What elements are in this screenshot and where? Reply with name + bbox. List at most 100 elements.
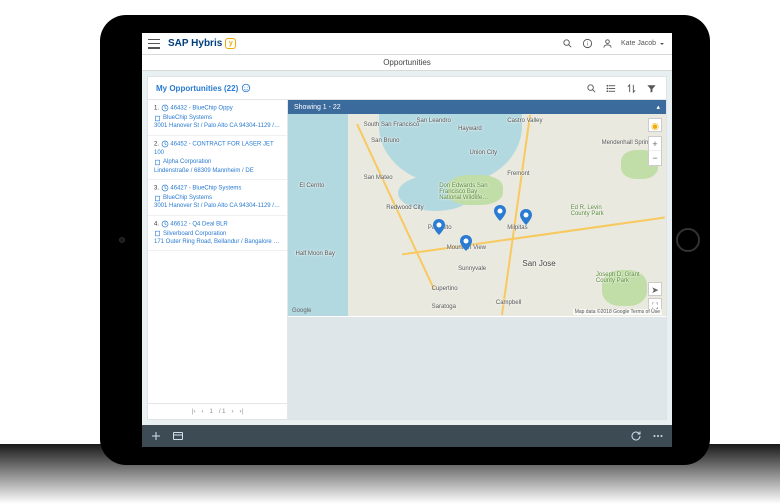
add-button[interactable]	[150, 430, 162, 442]
list-item[interactable]: 1. 46432 - BlueChip Oppy BlueChip System…	[148, 100, 287, 136]
search-icon[interactable]	[561, 37, 575, 51]
building-icon	[154, 115, 161, 122]
pager-last[interactable]: ›|	[240, 409, 244, 415]
map-label: Don Edwards San Francisco Bay National W…	[439, 183, 499, 201]
map-pin[interactable]	[520, 209, 532, 225]
opportunity-icon	[161, 184, 169, 192]
svg-text:i: i	[587, 41, 588, 47]
panel-list-icon[interactable]	[604, 81, 618, 95]
locate-button[interactable]: ➤	[648, 282, 662, 296]
map-label: San Jose	[522, 259, 555, 268]
google-logo: Google	[292, 308, 311, 314]
card-icon[interactable]	[172, 430, 184, 442]
map-canvas[interactable]: South San Francisco San Bruno San Mateo …	[288, 114, 666, 316]
page-title: Opportunities	[142, 55, 672, 71]
map-label: South San Francisco	[364, 122, 420, 128]
content-area: My Opportunities (22)	[142, 71, 672, 425]
item-number: 4.	[154, 221, 159, 227]
opportunity-icon	[161, 104, 169, 112]
refresh-icon[interactable]	[630, 430, 642, 442]
user-name-label: Kate Jacob	[621, 40, 656, 47]
item-title: Q4 Deal BLR	[192, 221, 227, 227]
zoom-in-button[interactable]: +	[649, 137, 661, 151]
bottom-bar	[142, 425, 672, 447]
pager-total: / 1	[219, 409, 226, 415]
home-button[interactable]	[676, 228, 700, 252]
opportunity-icon	[161, 220, 169, 228]
item-company: Alpha Corporation	[163, 158, 211, 166]
more-icon[interactable]	[652, 430, 664, 442]
panel-sort-icon[interactable]	[624, 81, 638, 95]
panel-title[interactable]: My Opportunities (22)	[156, 83, 251, 93]
pager-next[interactable]: ›	[232, 409, 234, 415]
map-label: Redwood City	[386, 205, 423, 211]
map-label: Cupertino	[432, 286, 458, 292]
item-company: BlueChip Systems	[163, 194, 212, 202]
brand-badge-icon: y	[225, 38, 236, 49]
map-label: Union City	[469, 150, 497, 156]
map-pin[interactable]	[494, 205, 506, 221]
streetview-icon[interactable]: ◉	[648, 118, 662, 132]
pager-prev[interactable]: ‹	[201, 409, 203, 415]
map-label: San Bruno	[371, 138, 399, 144]
list-item[interactable]: 4. 46612 - Q4 Deal BLR Silverboard Corpo…	[148, 216, 287, 252]
map-label: Ed R. Levin County Park	[571, 205, 621, 217]
user-avatar-icon[interactable]	[601, 37, 615, 51]
map-pin[interactable]	[433, 219, 445, 235]
app-screen: SAP Hybris y i Kate Jacob Opportunities	[142, 33, 672, 447]
map-pin[interactable]	[460, 235, 472, 251]
brand-text: SAP Hybris	[168, 38, 222, 49]
menu-icon[interactable]	[148, 39, 160, 49]
item-company: BlueChip Systems	[163, 114, 212, 122]
item-number: 2.	[154, 141, 159, 147]
pager: |‹ ‹ 1 / 1 › ›|	[148, 403, 287, 419]
opportunity-list: 1. 46432 - BlueChip Oppy BlueChip System…	[148, 100, 288, 419]
item-address: Lindenstraße / 68309 Mannheim / DE	[154, 167, 281, 175]
item-number: 3.	[154, 185, 159, 191]
building-icon	[154, 159, 161, 166]
map-label: Saratoga	[432, 304, 456, 310]
item-address: 3001 Hanover St / Palo Alto CA 94304-112…	[154, 122, 281, 130]
item-id: 46612	[170, 221, 187, 227]
map-label: Hayward	[458, 126, 482, 132]
map-panel: Showing 1 - 22 ▴	[288, 100, 666, 419]
map-label: Sunnyvale	[458, 266, 486, 272]
map-label: Half Moon Bay	[296, 251, 335, 257]
panel-count: (22)	[224, 84, 238, 93]
user-menu[interactable]: Kate Jacob	[621, 40, 666, 48]
map-status-text: Showing 1 - 22	[294, 104, 341, 111]
map-label: Milpitas	[507, 225, 527, 231]
map-blank-area	[288, 317, 666, 419]
map-status-bar: Showing 1 - 22 ▴	[288, 100, 666, 114]
item-title: BlueChip Systems	[192, 185, 241, 191]
map-label: Joseph D. Grant County Park	[596, 272, 651, 284]
building-icon	[154, 195, 161, 202]
item-id: 46452	[170, 141, 187, 147]
panel-body: 1. 46432 - BlueChip Oppy BlueChip System…	[148, 100, 666, 419]
map-label: Fremont	[507, 171, 529, 177]
map-label: El Cerrito	[299, 183, 324, 189]
brand-label: SAP Hybris y	[168, 38, 236, 49]
top-bar: SAP Hybris y i Kate Jacob	[142, 33, 672, 55]
list-item[interactable]: 2. 46452 - CONTRACT FOR LASER JET 100 Al…	[148, 136, 287, 180]
panel-filter-icon[interactable]	[644, 81, 658, 95]
pager-first[interactable]: |‹	[192, 409, 196, 415]
item-address: 171 Outer Ring Road, Bellandur / Bangalo…	[154, 238, 281, 246]
map-label: San Leandro	[417, 118, 451, 124]
list-item[interactable]: 3. 46427 - BlueChip Systems BlueChip Sys…	[148, 180, 287, 216]
zoom-control: + −	[648, 136, 662, 166]
map-attribution: Map data ©2018 Google Terms of Use	[573, 309, 662, 315]
help-icon[interactable]: i	[581, 37, 595, 51]
chevron-down-icon	[658, 40, 666, 48]
map-label: Mendenhall Springs	[602, 140, 655, 146]
map-collapse-icon[interactable]: ▴	[656, 103, 660, 111]
panel-search-icon[interactable]	[584, 81, 598, 95]
map-label: San Mateo	[364, 175, 393, 181]
opportunities-panel: My Opportunities (22)	[147, 76, 667, 420]
smile-icon	[241, 83, 251, 93]
pager-page: 1	[209, 409, 212, 415]
tablet-frame: SAP Hybris y i Kate Jacob Opportunities	[100, 15, 710, 465]
zoom-out-button[interactable]: −	[649, 151, 661, 165]
item-id: 46432	[170, 106, 187, 112]
camera-dot	[119, 237, 125, 243]
